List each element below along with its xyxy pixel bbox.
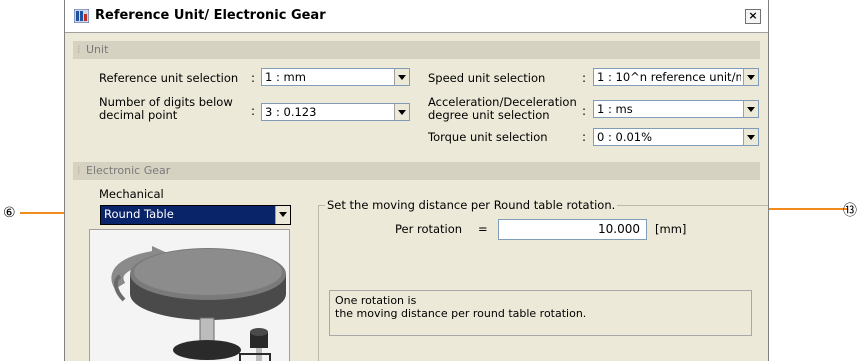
torque-unit-select[interactable]: 0 : 0.01% — [593, 128, 759, 146]
colon: : — [582, 104, 587, 118]
torque-unit-label: Torque unit selection — [428, 130, 548, 144]
unit-section-title: Unit — [86, 43, 109, 56]
per-rotation-unit: [mm] — [655, 222, 687, 236]
chevron-down-icon[interactable] — [394, 104, 409, 120]
reference-unit-value: 1 : mm — [265, 70, 306, 84]
window-title: Reference Unit/ Electronic Gear — [95, 8, 326, 23]
colon: : — [582, 130, 587, 144]
decimal-digits-value: 3 : 0.123 — [265, 105, 317, 119]
per-rotation-input[interactable]: 10.000 — [498, 219, 647, 240]
torque-unit-value: 0 : 0.01% — [597, 130, 653, 144]
info-description-box: One rotation is the moving distance per … — [329, 290, 752, 336]
chevron-down-icon[interactable] — [275, 206, 290, 224]
close-button[interactable]: × — [745, 9, 761, 24]
decimal-digits-select[interactable]: 3 : 0.123 — [261, 103, 410, 121]
unit-section-header: ⁞ Unit — [73, 41, 760, 59]
chevron-down-icon[interactable] — [394, 69, 409, 85]
chevron-down-icon[interactable] — [743, 101, 758, 117]
accel-unit-select[interactable]: 1 : ms — [593, 100, 759, 118]
per-rotation-group-legend: Set the moving distance per Round table … — [325, 198, 618, 212]
round-table-image — [90, 230, 289, 361]
per-rotation-label: Per rotation — [395, 222, 463, 236]
colon: : — [251, 71, 256, 85]
callout-number-6: ⑥ — [3, 205, 16, 221]
equals-sign: = — [478, 222, 488, 236]
mechanical-select[interactable]: Round Table — [100, 205, 291, 225]
app-icon — [74, 9, 89, 23]
speed-unit-select[interactable]: 1 : 10^n reference unit/m — [593, 68, 759, 86]
mechanical-value: Round Table — [104, 207, 174, 221]
title-bar: Reference Unit/ Electronic Gear × — [65, 0, 768, 33]
dialog-window: Reference Unit/ Electronic Gear × ⁞ Unit … — [64, 0, 769, 361]
grip-icon: ⁞ — [77, 164, 81, 177]
callout-number-13: ⑬ — [843, 203, 857, 219]
grip-icon: ⁞ — [77, 43, 81, 56]
round-table-illustration — [89, 229, 290, 361]
mechanical-label: Mechanical — [99, 187, 164, 201]
speed-unit-value: 1 : 10^n reference unit/m — [597, 70, 741, 84]
electronic-gear-section-title: Electronic Gear — [86, 164, 171, 177]
decimal-digits-label-line2: decimal point — [99, 108, 178, 122]
accel-unit-value: 1 : ms — [597, 102, 633, 116]
chevron-down-icon[interactable] — [743, 129, 758, 145]
info-line-1: One rotation is — [335, 294, 417, 307]
speed-unit-label: Speed unit selection — [428, 71, 546, 85]
accel-unit-label-line2: degree unit selection — [428, 108, 550, 122]
colon: : — [582, 71, 587, 85]
colon: : — [251, 104, 256, 118]
reference-unit-select[interactable]: 1 : mm — [261, 68, 410, 86]
electronic-gear-section-header: ⁞ Electronic Gear — [73, 162, 760, 180]
reference-unit-label: Reference unit selection — [99, 71, 239, 85]
info-line-2: the moving distance per round table rota… — [335, 307, 587, 320]
chevron-down-icon[interactable] — [743, 69, 758, 85]
